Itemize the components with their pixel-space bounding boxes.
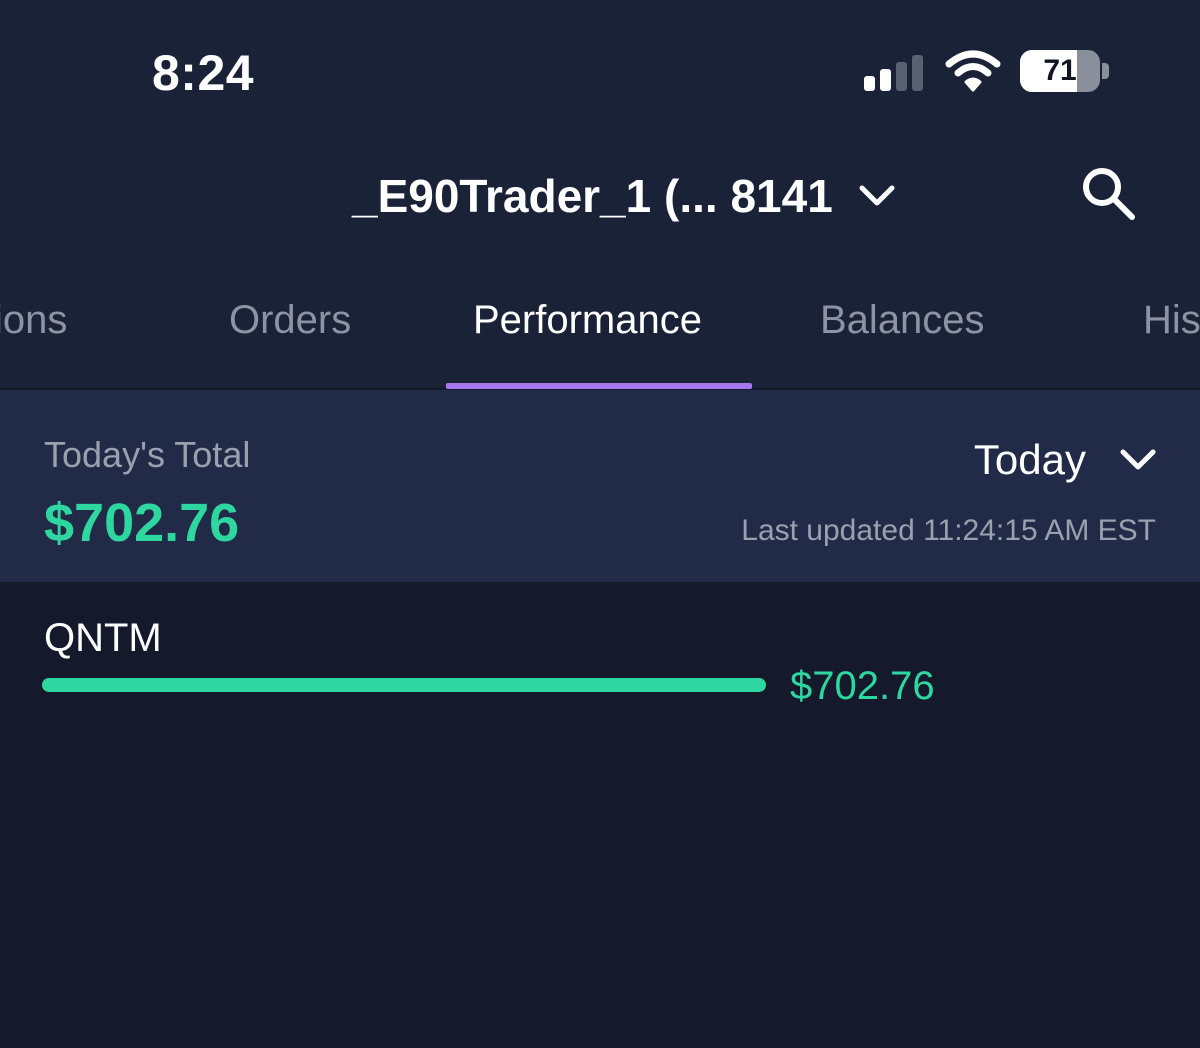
tab-orders[interactable]: Orders bbox=[229, 298, 351, 343]
performance-summary: Today's Total $702.76 Today Last updated… bbox=[0, 390, 1200, 582]
performance-screen: 8:24 71 _E90Trader_1 (... 8141 ions Orde… bbox=[0, 0, 1200, 1048]
top-bar: 8:24 71 _E90Trader_1 (... 8141 ions Orde… bbox=[0, 0, 1200, 389]
battery-cap bbox=[1102, 63, 1109, 79]
account-name: _E90Trader_1 (... 8141 bbox=[352, 170, 833, 222]
account-tabs: ions Orders Performance Balances His bbox=[0, 290, 1200, 389]
holding-symbol: QNTM bbox=[44, 616, 162, 660]
cellular-signal-icon bbox=[864, 53, 926, 91]
last-updated: Last updated 11:24:15 AM EST bbox=[741, 514, 1156, 547]
summary-total: $702.76 bbox=[44, 493, 240, 553]
tab-performance[interactable]: Performance bbox=[473, 298, 702, 343]
holding-row[interactable]: QNTM $702.76 bbox=[0, 582, 1200, 712]
active-tab-indicator bbox=[446, 383, 752, 389]
summary-label: Today's Total bbox=[44, 434, 251, 475]
wifi-icon bbox=[945, 50, 1001, 92]
period-label: Today bbox=[973, 436, 1086, 483]
holding-bar-track bbox=[42, 678, 766, 692]
tab-balances[interactable]: Balances bbox=[820, 298, 985, 343]
search-icon[interactable] bbox=[1080, 166, 1138, 222]
period-selector[interactable]: Today bbox=[974, 436, 1156, 484]
chevron-down-icon bbox=[1120, 449, 1156, 470]
battery-icon: 71 bbox=[1020, 50, 1100, 92]
chevron-down-icon bbox=[859, 185, 895, 206]
account-selector[interactable]: _E90Trader_1 (... 8141 bbox=[352, 166, 895, 226]
status-time: 8:24 bbox=[152, 45, 255, 101]
battery-level: 71 bbox=[1043, 54, 1077, 87]
holding-value: $702.76 bbox=[790, 664, 935, 708]
tab-positions[interactable]: ions bbox=[0, 298, 67, 343]
tab-history[interactable]: His bbox=[1143, 298, 1200, 343]
holding-bar bbox=[42, 678, 766, 692]
